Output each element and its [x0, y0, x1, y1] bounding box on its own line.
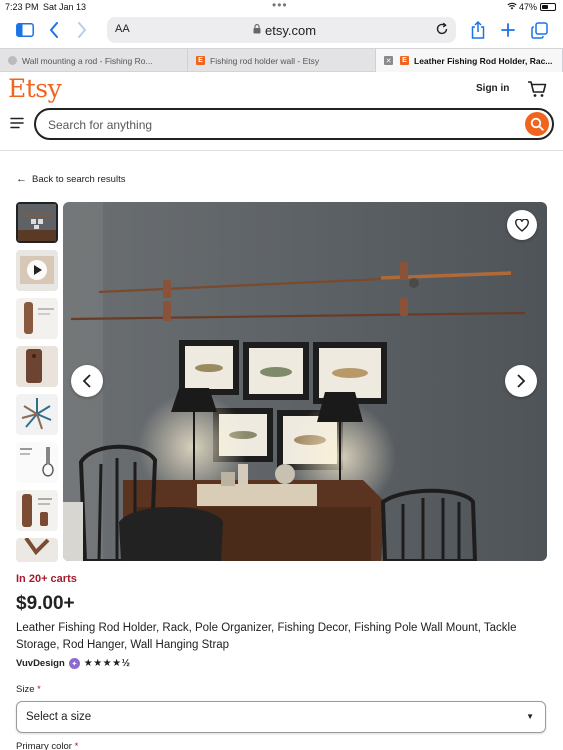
seller-name[interactable]: VuvDesign: [16, 658, 65, 669]
browser-toolbar: AA etsy.com: [0, 14, 563, 46]
tab-strip: Wall mounting a rod - Fishing Ro... E Fi…: [0, 48, 563, 72]
primary-color-label: Primary color *: [16, 741, 78, 750]
back-link-label: Back to search results: [32, 173, 126, 185]
sign-in-link[interactable]: Sign in: [476, 83, 509, 94]
size-label-text: Size: [16, 684, 35, 695]
tabs-overview-icon[interactable]: [528, 19, 550, 41]
new-tab-icon[interactable]: [498, 19, 518, 41]
size-select-value: Select a size: [26, 711, 92, 723]
sidebar-icon[interactable]: [14, 19, 36, 41]
search-placeholder: Search for anything: [48, 118, 153, 132]
tab-wall-mounting[interactable]: Wall mounting a rod - Fishing Ro...: [0, 49, 188, 72]
address-bar[interactable]: AA etsy.com: [107, 17, 456, 43]
thumbnail-5[interactable]: [16, 394, 58, 435]
status-date: Sat Jan 13: [43, 2, 87, 12]
in-carts-notice: In 20+ carts: [16, 573, 77, 585]
thumbnail-7[interactable]: [16, 490, 58, 531]
tab-label: Fishing rod holder wall - Etsy: [210, 55, 320, 66]
status-time: 7:23 PM: [5, 2, 39, 12]
product-title: Leather Fishing Rod Holder, Rack, Pole O…: [16, 622, 517, 651]
etsy-icon: E: [196, 56, 205, 65]
thumbnail-1[interactable]: [16, 202, 58, 243]
status-bar: 7:23 PM Sat Jan 13 ••• 47%: [0, 0, 563, 14]
chevron-left-icon: [82, 374, 91, 388]
favorite-button[interactable]: [507, 210, 537, 240]
rating-stars[interactable]: ★★★★½: [84, 658, 131, 669]
arrow-left-icon: ←: [16, 173, 27, 185]
url-host: etsy.com: [265, 23, 317, 38]
etsy-icon: E: [400, 56, 409, 65]
battery-icon: [540, 3, 556, 11]
reader-aa-button[interactable]: AA: [115, 23, 130, 35]
thumbnail-3[interactable]: [16, 298, 58, 339]
size-label: Size *: [16, 684, 41, 695]
tab-etsy-search[interactable]: E Fishing rod holder wall - Etsy: [188, 49, 376, 72]
tab-label: Wall mounting a rod - Fishing Ro...: [22, 55, 153, 66]
menu-icon[interactable]: [10, 117, 24, 129]
search-icon: [530, 117, 544, 131]
tab-leather-rod-holder[interactable]: ✕ E Leather Fishing Rod Holder, Rac...: [376, 49, 563, 72]
header-divider: [0, 150, 563, 151]
back-to-results-link[interactable]: ← Back to search results: [16, 173, 125, 185]
search-button[interactable]: [525, 112, 549, 136]
forward-icon[interactable]: [74, 19, 90, 41]
thumbnail-6[interactable]: [16, 442, 58, 483]
star-seller-badge-icon: ✦: [68, 658, 80, 669]
cart-icon[interactable]: [527, 80, 547, 98]
etsy-logo[interactable]: Etsy: [8, 74, 62, 103]
chevron-right-icon: [517, 374, 526, 388]
thumbnail-8[interactable]: [16, 538, 58, 562]
seller-row: VuvDesign ✦ ★★★★½: [16, 658, 130, 669]
product-price: $9.00+: [16, 593, 75, 614]
battery-percent: 47%: [519, 2, 538, 12]
wifi-icon: [507, 2, 517, 10]
size-select[interactable]: Select a size ▼: [16, 701, 546, 733]
back-icon[interactable]: [46, 19, 62, 41]
required-marker: *: [74, 741, 79, 750]
thumbnail-video[interactable]: [16, 250, 58, 291]
required-marker: *: [37, 684, 41, 695]
heart-icon: [515, 218, 529, 232]
search-input[interactable]: Search for anything: [34, 108, 554, 140]
thumbnail-4[interactable]: [16, 346, 58, 387]
share-icon[interactable]: [468, 19, 488, 41]
close-tab-icon[interactable]: ✕: [384, 56, 393, 65]
product-main-image[interactable]: [63, 202, 547, 561]
reload-icon[interactable]: [435, 22, 449, 36]
primary-color-label-text: Primary color: [16, 741, 72, 750]
tab-label: Leather Fishing Rod Holder, Rac...: [414, 55, 553, 66]
lock-icon: [253, 24, 261, 34]
caret-down-icon: ▼: [526, 712, 534, 721]
previous-image-button[interactable]: [71, 365, 103, 397]
duckduckgo-icon: [8, 56, 17, 65]
next-image-button[interactable]: [505, 365, 537, 397]
multitasking-dots-icon[interactable]: •••: [272, 0, 288, 12]
